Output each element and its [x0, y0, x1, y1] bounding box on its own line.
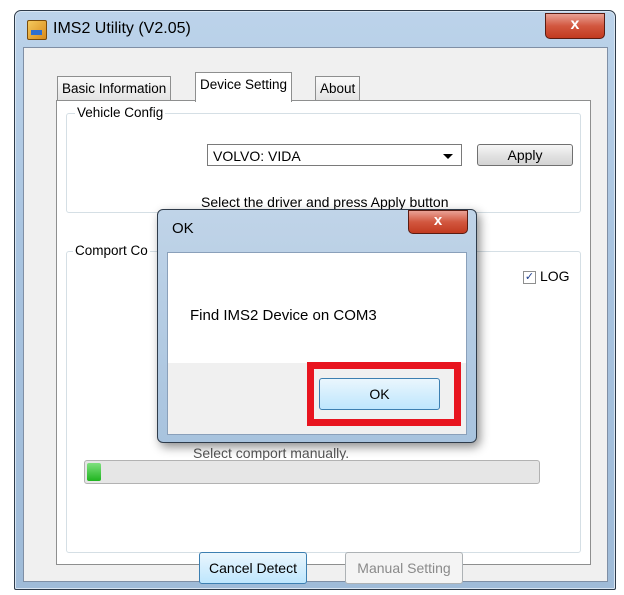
cancel-detect-button[interactable]: Cancel Detect — [199, 552, 307, 584]
detect-progress-bar — [84, 460, 540, 484]
dialog-title: OK — [172, 220, 194, 237]
tab-device-setting[interactable]: Device Setting — [195, 72, 293, 102]
log-checkbox[interactable]: ✓ — [523, 271, 536, 284]
tab-about[interactable]: About — [315, 76, 361, 101]
app-icon — [27, 20, 47, 40]
comport-manual-hint: Select comport manually. — [193, 445, 350, 461]
driver-select-value: VOLVO: VIDA — [213, 148, 301, 164]
chevron-down-icon[interactable] — [443, 154, 453, 159]
manual-setting-button[interactable]: Manual Setting — [345, 552, 463, 584]
log-label: LOG — [540, 268, 570, 284]
apply-button[interactable]: Apply — [477, 144, 573, 166]
ok-button-highlight — [307, 362, 461, 426]
comport-config-label: Comport Co — [73, 243, 150, 258]
title-bar[interactable]: IMS2 Utility (V2.05) x — [15, 11, 615, 47]
driver-select[interactable]: VOLVO: VIDA — [207, 144, 462, 166]
tab-basic-information[interactable]: Basic Information — [57, 76, 172, 101]
close-button[interactable]: x — [545, 13, 605, 39]
dialog-message-area: Find IMS2 Device on COM3 — [168, 253, 466, 363]
window-title: IMS2 Utility (V2.05) — [53, 20, 191, 37]
vehicle-config-label: Vehicle Config — [75, 105, 166, 120]
detect-progress-fill — [87, 463, 101, 481]
dialog-message: Find IMS2 Device on COM3 — [190, 307, 377, 324]
dialog-close-button[interactable]: x — [408, 210, 468, 234]
driver-hint: Select the driver and press Apply button — [201, 194, 449, 210]
vehicle-config-group: Vehicle Config VOLVO: VIDA Apply Select … — [66, 105, 581, 213]
